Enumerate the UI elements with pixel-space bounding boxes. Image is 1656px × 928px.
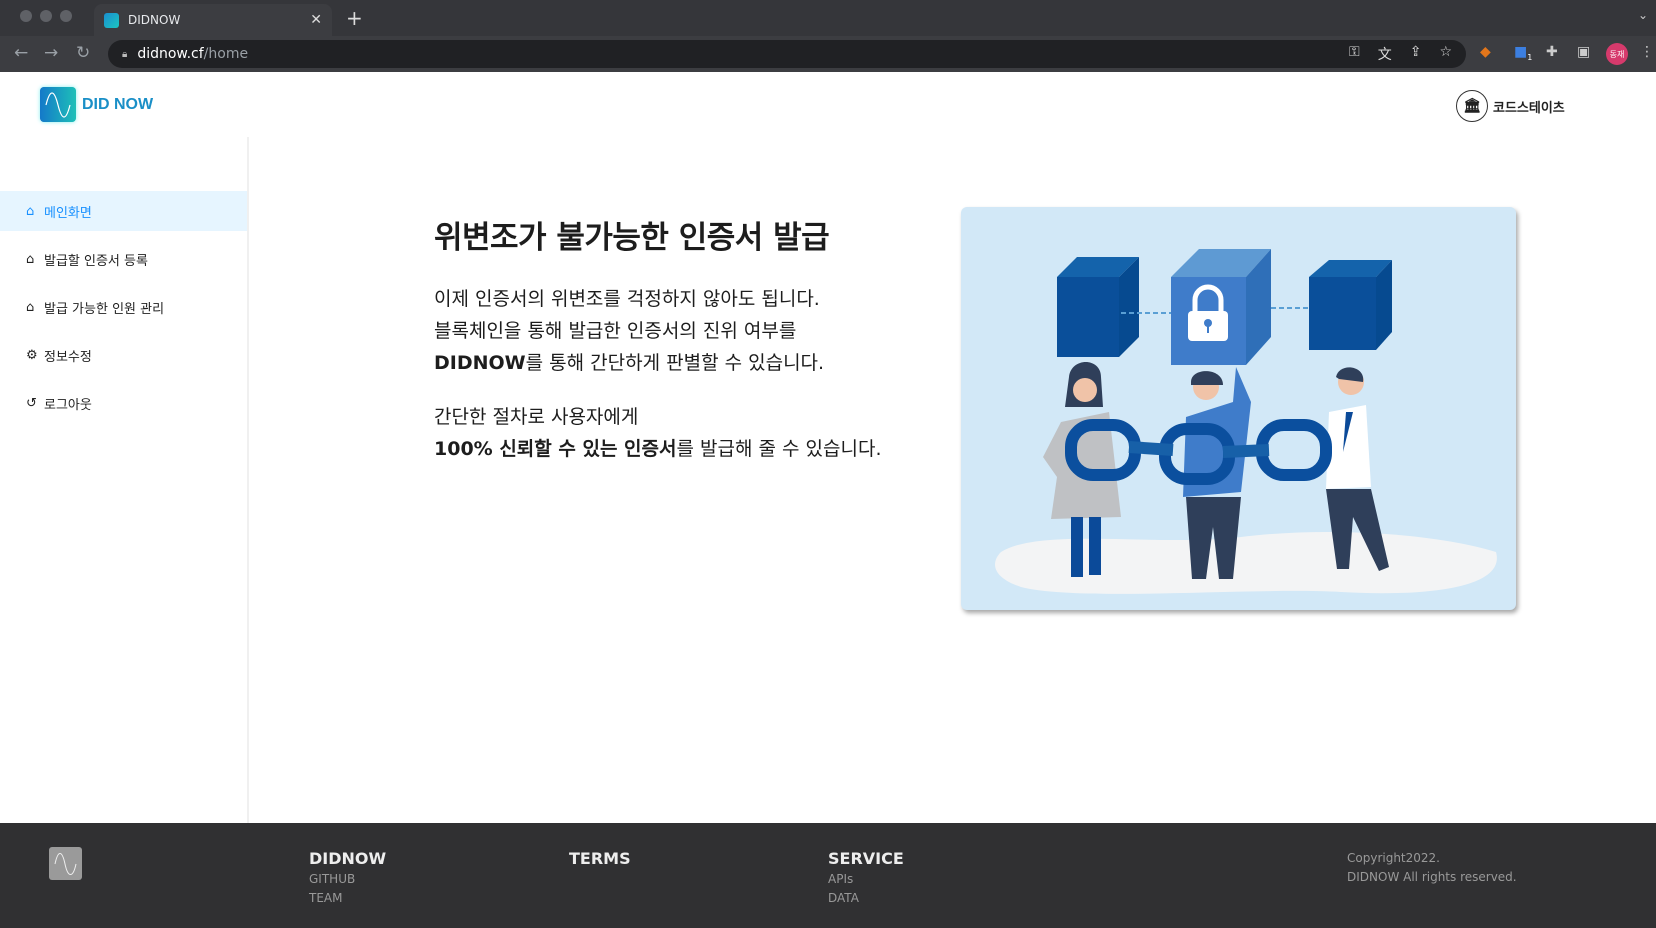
brand-logo[interactable]: DID NOW (40, 87, 153, 122)
hero-line: 블록체인을 통해 발급한 인증서의 진위 여부를 (434, 320, 797, 342)
footer-col-service: SERVICE APIs DATA (828, 849, 904, 906)
hero-line: 간단한 절차로 사용자에게 (434, 406, 639, 428)
sidebar-item-manage-members[interactable]: ⌂ 발급 가능한 인원 관리 (0, 287, 247, 327)
hero-brand: DIDNOW (434, 352, 526, 374)
sidebar-item-label: 메인화면 (44, 205, 92, 221)
lock-block-icon (1171, 249, 1271, 365)
hero-line: 를 통해 간단하게 판별할 수 있습니다. (525, 352, 825, 374)
lock-icon: 🔒︎ (122, 48, 128, 60)
share-icon[interactable]: ⇪ (1410, 44, 1422, 64)
chain-people-illustration (995, 249, 1497, 594)
back-icon[interactable]: ← (14, 43, 28, 63)
gear-icon: ⚙ (26, 347, 38, 363)
wave-logo-icon (40, 87, 76, 122)
sidebar-item-label: 정보수정 (44, 349, 92, 365)
window-controls[interactable] (20, 10, 72, 22)
ground-shape (995, 532, 1497, 594)
extension-icon[interactable]: ■1 (1514, 44, 1532, 62)
star-icon[interactable]: ☆ (1439, 44, 1452, 64)
blockchain-illustration (961, 207, 1516, 610)
new-tab-button[interactable]: + (346, 6, 363, 30)
browser-tab[interactable]: DIDNOW ✕ (94, 4, 332, 36)
forward-icon[interactable]: → (44, 43, 58, 63)
sidebar-item-label: 발급할 인증서 등록 (44, 253, 148, 269)
browser-toolbar: ← → ↻ 🔒︎ didnow.cf /home ⚿ 文 ⇪ ☆ ◆ ■1 ✚ … (0, 36, 1656, 72)
footer-link-apis[interactable]: APIs (828, 871, 904, 887)
key-icon[interactable]: ⚿ (1349, 44, 1360, 64)
menu-icon[interactable]: ⋮ (1640, 44, 1654, 60)
footer-link-github[interactable]: GITHUB (309, 871, 386, 887)
hero-paragraph-2: 간단한 절차로 사용자에게 100% 신뢰할 수 있는 인증서를 발급해 줄 수… (434, 401, 881, 465)
url-path: /home (203, 46, 249, 62)
hero-section: 위변조가 불가능한 인증서 발급 이제 인증서의 위변조를 걱정하지 않아도 됩… (434, 212, 881, 465)
sidebar-item-logout[interactable]: ↺ 로그아웃 (0, 383, 247, 423)
page-title: 위변조가 불가능한 인증서 발급 (434, 220, 830, 256)
footer-heading: SERVICE (828, 849, 904, 868)
close-tab-icon[interactable]: ✕ (310, 12, 322, 28)
profile-avatar[interactable]: 동재 (1606, 43, 1628, 65)
tab-search-icon[interactable]: ⌄ (1638, 8, 1648, 22)
copyright-line: DIDNOW All rights reserved. (1347, 870, 1517, 884)
hero-line: 를 발급해 줄 수 있습니다. (676, 438, 882, 460)
url-host: didnow.cf (137, 46, 204, 62)
copyright-line: Copyright2022. (1347, 851, 1440, 865)
side-panel-icon[interactable]: ▣ (1577, 44, 1590, 60)
footer: DIDNOW GITHUB TEAM TERMS SERVICE APIs DA… (0, 823, 1656, 928)
footer-col-terms: TERMS (569, 849, 631, 868)
org-name: 코드스테이츠 (1493, 100, 1565, 116)
institution-icon: 🏛︎ (1456, 90, 1488, 122)
translate-icon[interactable]: 文 (1378, 44, 1392, 64)
sidebar-item-main[interactable]: ⌂ 메인화면 (0, 191, 247, 231)
footer-link-data[interactable]: DATA (828, 890, 904, 906)
footer-logo-icon[interactable] (49, 847, 82, 880)
sidebar: ⌂ 메인화면 ⌂ 발급할 인증서 등록 ⌂ 발급 가능한 인원 관리 ⚙ 정보수정 ↺ 로… (0, 137, 249, 823)
browser-tab-bar: DIDNOW ✕ + ⌄ (0, 0, 1656, 36)
reload-icon[interactable]: ↻ (76, 43, 90, 63)
block-right-icon (1309, 260, 1392, 350)
block-left-icon (1057, 257, 1139, 357)
hero-bold: 100% 신뢰할 수 있는 인증서 (434, 438, 677, 460)
metamask-icon[interactable]: ◆ (1480, 44, 1491, 60)
footer-link-team[interactable]: TEAM (309, 890, 386, 906)
puzzle-icon[interactable]: ✚ (1546, 44, 1558, 60)
footer-col-didnow: DIDNOW GITHUB TEAM (309, 849, 386, 906)
footer-heading-terms[interactable]: TERMS (569, 849, 631, 868)
org-badge: 🏛︎ 코드스테이츠 (1456, 90, 1565, 122)
sidebar-item-register-certificate[interactable]: ⌂ 발급할 인증서 등록 (0, 239, 247, 279)
home-icon: ⌂ (26, 299, 35, 315)
extension-badge: 1 (1527, 52, 1533, 62)
copyright: Copyright2022. DIDNOW All rights reserve… (1347, 849, 1517, 887)
hero-line: 이제 인증서의 위변조를 걱정하지 않아도 됩니다. (434, 288, 820, 310)
address-bar[interactable]: 🔒︎ didnow.cf /home ⚿ 文 ⇪ ☆ (108, 40, 1466, 68)
home-icon: ⌂ (26, 251, 35, 267)
favicon-icon (104, 12, 119, 28)
tab-title: DIDNOW (128, 13, 181, 27)
footer-heading: DIDNOW (309, 849, 387, 868)
sidebar-item-label: 발급 가능한 인원 관리 (44, 301, 165, 317)
brand-name: DID NOW (82, 95, 154, 113)
sidebar-item-label: 로그아웃 (44, 397, 92, 413)
home-icon: ⌂ (26, 203, 35, 219)
sidebar-item-edit-info[interactable]: ⚙ 정보수정 (0, 335, 247, 375)
hero-paragraph-1: 이제 인증서의 위변조를 걱정하지 않아도 됩니다. 블록체인을 통해 발급한 … (434, 283, 881, 379)
logout-icon: ↺ (26, 395, 37, 411)
